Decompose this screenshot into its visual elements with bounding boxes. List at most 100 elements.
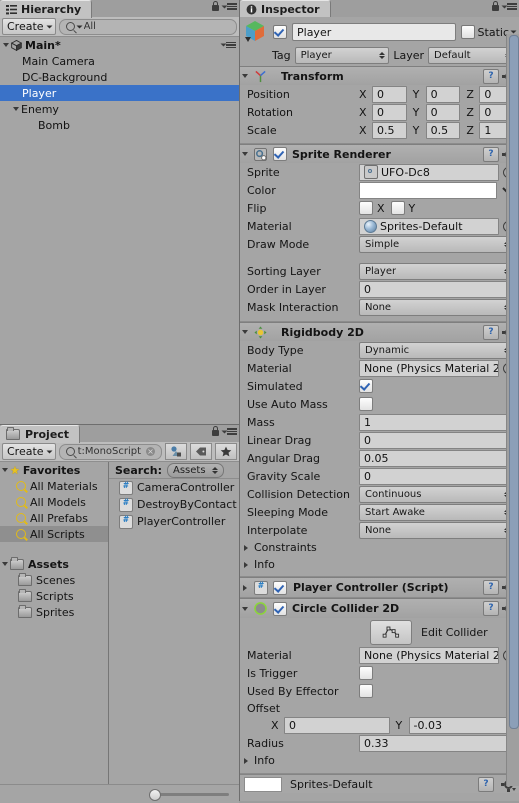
hierarchy-item-enemy[interactable]: Enemy	[0, 101, 239, 117]
inspector-vertical-scrollbar[interactable]	[506, 34, 519, 786]
rb-info-foldout[interactable]: Info	[240, 556, 519, 573]
rb-material-object-field[interactable]: None (Physics Material 2D)	[359, 359, 499, 377]
scrollbar-thumb[interactable]	[509, 35, 519, 729]
gravity-scale-field[interactable]: 0	[359, 467, 514, 485]
layer-dropdown[interactable]: Default	[428, 47, 515, 64]
clear-search-icon[interactable]: ×	[146, 447, 155, 456]
gameobject-cube-icon[interactable]	[244, 20, 268, 44]
hierarchy-item-main-camera[interactable]: Main Camera	[0, 53, 239, 69]
project-favorite-all-scripts[interactable]: All Scripts	[0, 526, 108, 542]
order-in-layer-field[interactable]: 0	[359, 280, 514, 298]
slider-knob[interactable]	[149, 788, 161, 801]
project-assets-root[interactable]: Assets	[0, 556, 108, 572]
hierarchy-item-dc-background[interactable]: DC-Background	[0, 69, 239, 85]
rigidbody2d-header[interactable]: Rigidbody 2D	[240, 323, 519, 341]
tab-hierarchy[interactable]: Hierarchy	[0, 0, 93, 18]
scene-expand-triangle[interactable]	[3, 43, 9, 47]
cc-info-expand-triangle[interactable]	[244, 757, 248, 764]
player-controller-expand-triangle[interactable]	[243, 584, 247, 591]
color-swatch-field[interactable]	[359, 181, 497, 199]
lock-icon[interactable]	[211, 1, 220, 12]
sleeping-mode-dropdown[interactable]: Start Awake	[359, 503, 514, 521]
collision-detection-dropdown[interactable]: Continuous	[359, 485, 514, 503]
scale-y-field[interactable]: 0.5	[425, 121, 461, 139]
hierarchy-search-input[interactable]: All	[58, 18, 237, 35]
help-icon[interactable]	[483, 601, 499, 616]
tab-project[interactable]: Project	[0, 425, 81, 443]
position-x-field[interactable]: 0	[372, 85, 407, 103]
type-filter-icon[interactable]	[165, 443, 187, 460]
player-controller-header[interactable]: Player Controller (Script)	[240, 578, 519, 597]
body-type-dropdown[interactable]: Dynamic	[359, 341, 514, 359]
cc-material-object-field[interactable]: None (Physics Material 2D)	[359, 646, 499, 664]
simulated-checkbox[interactable]	[359, 379, 373, 393]
panel-menu-icon[interactable]	[221, 3, 237, 10]
rotation-x-field[interactable]: 0	[372, 103, 407, 121]
project-favorites-root[interactable]: ★ Favorites	[0, 462, 108, 478]
sprite-object-field[interactable]: UFO-Dc8	[359, 163, 499, 181]
offset-x-field[interactable]: 0	[284, 716, 390, 734]
player-controller-enabled-checkbox[interactable]	[273, 580, 287, 595]
hierarchy-item-player[interactable]: Player	[0, 85, 239, 101]
rotation-y-field[interactable]: 0	[425, 103, 461, 121]
draw-mode-dropdown[interactable]: Simple	[359, 235, 514, 253]
tab-inspector[interactable]: Inspector	[240, 0, 331, 18]
gameobject-name-field[interactable]: Player	[292, 23, 456, 41]
tag-dropdown[interactable]: Player	[294, 47, 390, 64]
scale-x-field[interactable]: 0.5	[372, 121, 407, 139]
used-by-effector-checkbox[interactable]	[359, 684, 373, 698]
offset-y-field[interactable]: -0.03	[408, 716, 514, 734]
project-folder-sprites[interactable]: Sprites	[0, 604, 108, 620]
project-search-input[interactable]: t:MonoScript ×	[58, 443, 162, 460]
linear-drag-field[interactable]: 0	[359, 431, 514, 449]
search-scope-dropdown[interactable]: Assets	[166, 462, 224, 478]
rigidbody2d-expand-triangle[interactable]	[242, 330, 248, 334]
help-icon[interactable]	[483, 580, 499, 595]
hierarchy-create-button[interactable]: Create	[2, 18, 56, 35]
help-icon[interactable]	[483, 68, 499, 84]
position-y-field[interactable]: 0	[425, 85, 461, 103]
rb-info-expand-triangle[interactable]	[244, 561, 248, 568]
edit-collider-button[interactable]	[370, 619, 412, 645]
constraints-foldout[interactable]: Constraints	[240, 539, 519, 556]
radius-field[interactable]: 0.33	[359, 734, 514, 752]
project-favorite-all-models[interactable]: All Models	[0, 494, 108, 510]
circle-collider-enabled-checkbox[interactable]	[273, 601, 287, 616]
project-favorite-all-materials[interactable]: All Materials	[0, 478, 108, 494]
sorting-layer-dropdown[interactable]: Player	[359, 262, 514, 280]
use-auto-mass-checkbox[interactable]	[359, 397, 373, 411]
enemy-expand-triangle[interactable]	[13, 107, 19, 111]
lock-icon[interactable]	[491, 1, 500, 12]
transform-expand-triangle[interactable]	[242, 74, 248, 78]
project-zoom-slider[interactable]	[149, 788, 229, 801]
static-checkbox[interactable]	[460, 25, 475, 39]
hierarchy-item-bomb[interactable]: Bomb	[0, 117, 239, 133]
sprite-renderer-expand-triangle[interactable]	[242, 152, 248, 156]
help-icon[interactable]	[483, 146, 499, 162]
label-filter-icon[interactable]	[190, 443, 212, 460]
help-icon[interactable]	[483, 324, 499, 340]
interpolate-dropdown[interactable]: None	[359, 521, 514, 539]
flip-x-checkbox[interactable]	[359, 201, 373, 215]
favorites-expand-triangle[interactable]	[2, 468, 8, 472]
transform-header[interactable]: Transform	[240, 67, 519, 85]
panel-menu-icon[interactable]	[501, 3, 517, 10]
project-folder-scenes[interactable]: Scenes	[0, 572, 108, 588]
sr-material-object-field[interactable]: Sprites-Default	[359, 217, 499, 235]
lock-icon[interactable]	[211, 426, 220, 437]
material-preview-header[interactable]: Sprites-Default	[240, 774, 519, 793]
scene-context-menu-icon[interactable]	[220, 41, 236, 49]
mask-interaction-dropdown[interactable]: None	[359, 298, 514, 316]
project-result-player-controller[interactable]: PlayerController	[109, 513, 239, 530]
mass-field[interactable]: 1	[359, 413, 514, 431]
project-folder-scripts[interactable]: Scripts	[0, 588, 108, 604]
is-trigger-checkbox[interactable]	[359, 666, 373, 680]
project-result-camera-controller[interactable]: CameraController	[109, 479, 239, 496]
circle-collider2d-header[interactable]: Circle Collider 2D	[240, 599, 519, 618]
assets-expand-triangle[interactable]	[2, 562, 8, 566]
constraints-expand-triangle[interactable]	[244, 544, 248, 551]
sprite-renderer-header[interactable]: Sprite Renderer	[240, 145, 519, 163]
sprite-renderer-enabled-checkbox[interactable]	[273, 147, 287, 161]
flip-y-checkbox[interactable]	[390, 201, 405, 215]
project-favorite-all-prefabs[interactable]: All Prefabs	[0, 510, 108, 526]
